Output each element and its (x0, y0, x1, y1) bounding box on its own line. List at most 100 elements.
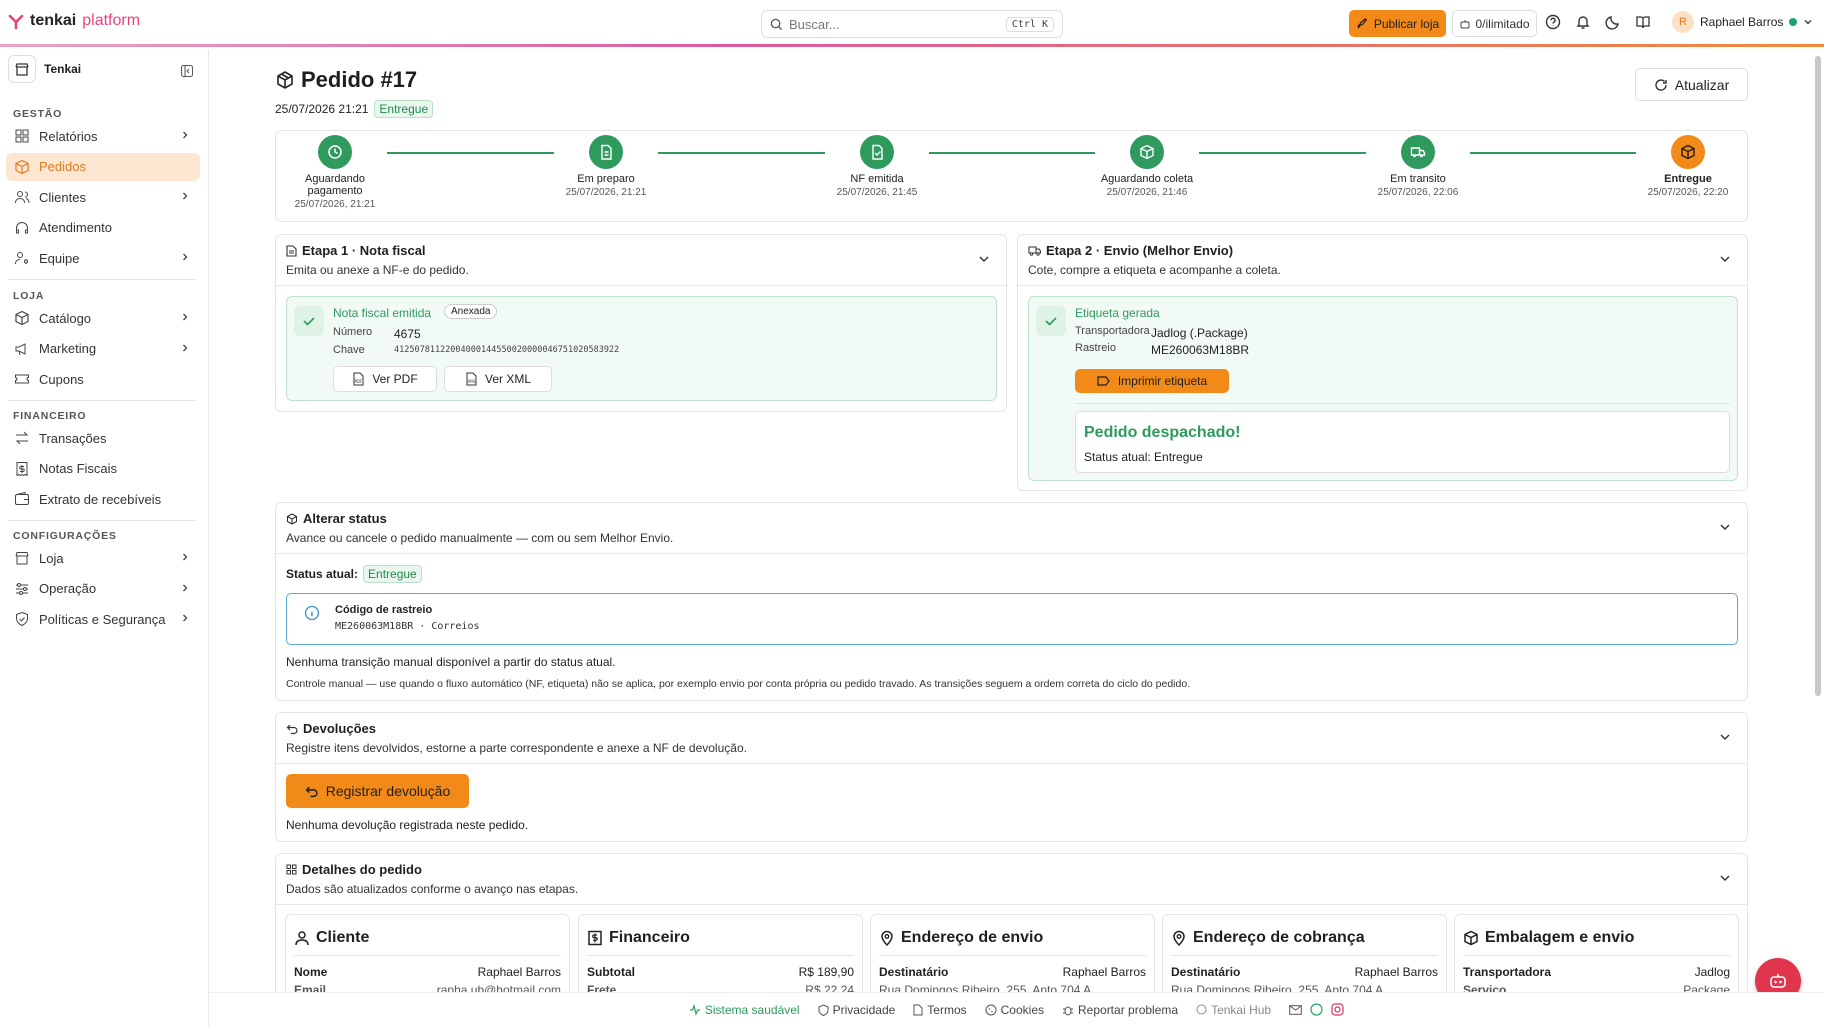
view-pdf-button[interactable]: PDF Ver PDF (333, 366, 437, 392)
sidebar-item-marketing[interactable]: Marketing (6, 335, 200, 363)
footer: Sistema saudável Privacidade Termos Cook… (209, 992, 1824, 1026)
search-input[interactable]: Buscar... Ctrl K (761, 10, 1063, 38)
instagram-icon[interactable] (1331, 1003, 1344, 1016)
tracking-value: ME260063M18BR (1151, 343, 1250, 357)
sidebar-item-atendimento[interactable]: Atendimento (6, 214, 200, 242)
detail-title-text: Embalagem e envio (1485, 929, 1635, 946)
check-icon (1036, 306, 1066, 336)
step-date: 25/07/2026, 22:06 (1377, 187, 1459, 198)
report-problem-link[interactable]: Reportar problema (1062, 1003, 1178, 1017)
search-icon (770, 18, 783, 31)
box-icon (14, 310, 30, 326)
sidebar-item-loja[interactable]: Loja (6, 544, 200, 572)
shipping-card: Etapa 2 · Envio (Melhor Envio) Cote, com… (1017, 234, 1748, 491)
sidebar-item-extrato-de-recebiveis[interactable]: Extrato de recebíveis (6, 485, 200, 513)
chevron-right-icon (180, 613, 190, 623)
sidebar-item-label: Cupons (39, 371, 84, 387)
brand-logo[interactable]: tenkai platform (8, 12, 140, 30)
chevron-right-icon (180, 552, 190, 562)
sidebar-item-label: Extrato de recebíveis (39, 491, 162, 507)
tenkai-hub-link[interactable]: Tenkai Hub (1196, 1003, 1271, 1017)
chevron-down-icon[interactable] (1719, 872, 1731, 884)
chevron-down-icon[interactable] (1719, 731, 1731, 743)
sidebar: Tenkai GESTÃO Relatórios Pedidos Clientes At… (0, 50, 209, 1026)
sidebar-item-transacoes[interactable]: Transações (6, 424, 200, 452)
sidebar-item-operacao[interactable]: Operação (6, 575, 200, 603)
user-cog-icon (14, 250, 30, 266)
dispatched-status: Status atual: Entregue (1084, 450, 1203, 464)
step-connector (658, 152, 825, 154)
chevron-right-icon (180, 312, 190, 322)
chevron-down-icon[interactable] (978, 253, 990, 265)
whatsapp-icon[interactable] (1310, 1003, 1323, 1016)
privacy-link[interactable]: Privacidade (818, 1003, 895, 1017)
collapse-sidebar-icon[interactable] (180, 64, 194, 78)
sidebar-item-equipe[interactable]: Equipe (6, 244, 200, 272)
quota-badge[interactable]: 0/ilimitado (1452, 10, 1537, 37)
system-health-link[interactable]: Sistema saudável (689, 1003, 800, 1017)
returns-title-text: Devoluções (303, 721, 376, 736)
refresh-button[interactable]: Atualizar (1635, 68, 1748, 101)
register-return-button[interactable]: Registrar devolução (286, 774, 469, 808)
robot-icon (1768, 972, 1788, 990)
user-icon (294, 930, 310, 946)
terms-link[interactable]: Termos (913, 1003, 967, 1017)
store-icon (14, 550, 30, 566)
sidebar-item-label: Equipe (39, 250, 80, 266)
step-status-icon (1401, 135, 1435, 169)
sidebar-item-relatorios[interactable]: Relatórios (6, 122, 200, 150)
bug-icon (1062, 1004, 1074, 1016)
megaphone-icon (14, 341, 30, 357)
order-title: Pedido #17 (301, 67, 418, 92)
sidebar-item-pedidos[interactable]: Pedidos (6, 152, 200, 181)
book-icon[interactable] (1635, 14, 1651, 30)
chevron-down-icon[interactable] (1719, 521, 1731, 533)
detail-column-title: Embalagem e envio (1463, 929, 1634, 947)
chevron-right-icon (180, 343, 190, 353)
detail-key: Nome (294, 965, 328, 979)
mail-icon[interactable] (1289, 1004, 1302, 1015)
step-connector (929, 152, 1095, 154)
tenkai-hub-text: Tenkai Hub (1211, 1002, 1272, 1017)
document-icon (913, 1004, 923, 1016)
sidebar-section-title: LOJA (13, 290, 45, 302)
step-label: Em preparo (577, 173, 635, 185)
bell-icon[interactable] (1575, 14, 1591, 30)
chevron-down-icon (1803, 17, 1813, 27)
chevron-down-icon[interactable] (1719, 253, 1731, 265)
step-connector (387, 152, 554, 154)
publish-store-button[interactable]: Publicar loja (1349, 10, 1446, 37)
sidebar-item-label: Marketing (39, 341, 97, 356)
help-icon[interactable] (1545, 14, 1561, 30)
step-date: 25/07/2026, 22:20 (1647, 187, 1729, 198)
user-menu[interactable]: R Raphael Barros (1672, 11, 1813, 33)
progress-step: Em transito 25/07/2026, 22:06 (1348, 135, 1488, 198)
no-returns-text: Nenhuma devolução registrada neste pedid… (286, 818, 529, 832)
manual-control-note: Controle manual — use quando o fluxo aut… (286, 678, 1191, 690)
sidebar-item-notas-fiscais[interactable]: Notas Fiscais (6, 455, 200, 483)
detail-value: R$ 189,90 (798, 965, 854, 979)
change-status-title: Alterar status (286, 511, 387, 526)
view-xml-button[interactable]: XML Ver XML (444, 366, 552, 392)
detail-key: Destinatário (1171, 965, 1241, 979)
step-label: Entregue (1664, 173, 1712, 185)
package-icon (286, 512, 298, 525)
dark-mode-icon[interactable] (1605, 14, 1621, 30)
sidebar-item-clientes[interactable]: Clientes (6, 183, 200, 211)
label-generated-title: Etiqueta gerada (1075, 306, 1160, 320)
cookies-link[interactable]: Cookies (985, 1003, 1044, 1017)
print-label-button[interactable]: Imprimir etiqueta (1075, 369, 1229, 393)
sidebar-item-politicas-e-seguranca[interactable]: Políticas e Segurança (6, 605, 200, 633)
nf-number: 4675 (394, 327, 421, 341)
store-switcher[interactable]: Tenkai (8, 55, 81, 83)
dispatched-box: Pedido despachado! Status atual: Entregu… (1075, 411, 1730, 473)
scrollbar-thumb[interactable] (1815, 56, 1821, 696)
sidebar-item-catalogo[interactable]: Catálogo (6, 304, 200, 332)
sidebar-item-cupons[interactable]: Cupons (6, 365, 200, 393)
info-icon (304, 605, 320, 621)
map-pin-icon (1171, 930, 1187, 946)
tenkai-logo-icon (8, 13, 24, 29)
sidebar-section-title: GESTÃO (13, 108, 63, 120)
change-status-subtitle: Avance ou cancele o pedido manualmente —… (286, 531, 674, 545)
shield-icon (818, 1003, 829, 1016)
